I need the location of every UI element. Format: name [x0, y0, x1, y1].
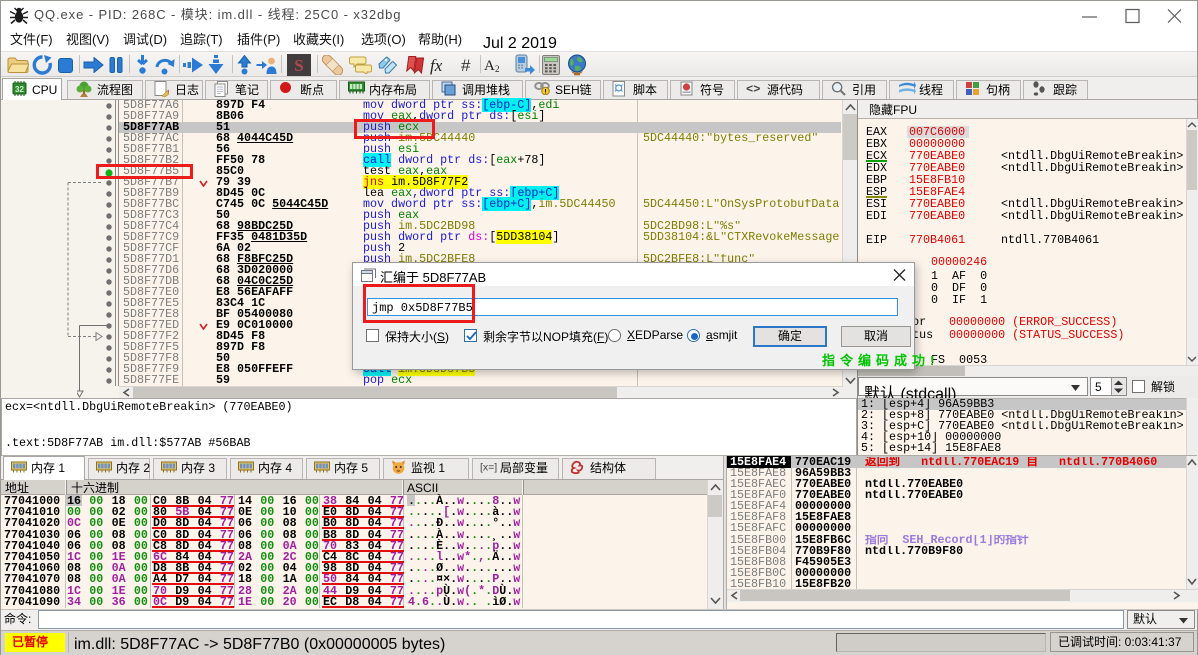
- svg-text:fx: fx: [430, 56, 443, 75]
- svg-text:#: #: [461, 56, 471, 75]
- svg-text:<>: <>: [746, 83, 760, 95]
- svg-text:S: S: [294, 56, 303, 75]
- svg-text:2: 2: [495, 64, 500, 74]
- svg-text:[x=]: [x=]: [480, 462, 497, 474]
- svg-text:32: 32: [15, 85, 24, 94]
- svg-text:A: A: [484, 58, 495, 74]
- svg-text:!: !: [544, 89, 546, 95]
